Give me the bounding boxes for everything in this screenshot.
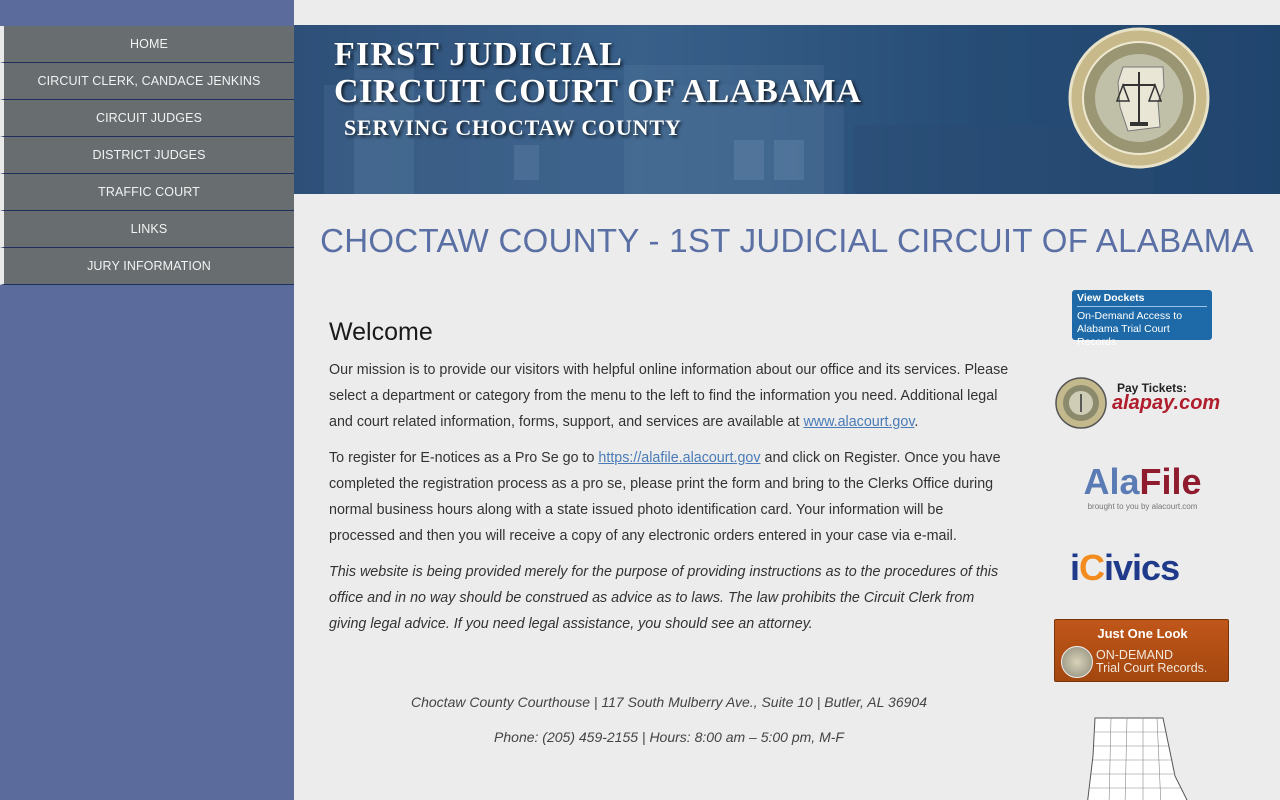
page-title: CHOCTAW COUNTY - 1ST JUDICIAL CIRCUIT OF… [320,222,1254,259]
alafile-logo-ala: Ala [1083,461,1140,502]
just-one-look-button[interactable]: Just One Look ON-DEMAND Trial Court Reco… [1054,619,1229,682]
onelook-line-1: ON-DEMAND [1096,648,1174,662]
nav-item-traffic-court[interactable]: TRAFFIC COURT [0,174,294,211]
alabama-county-map-icon[interactable] [1085,716,1195,800]
icivics-logo-c: C [1079,547,1105,588]
view-dockets-button[interactable]: View Dockets On-Demand Access to Alabama… [1072,290,1212,348]
alapay-site-label: alapay.com [1112,392,1221,414]
banner-heading: FIRST JUDICIAL CIRCUIT COURT OF ALABAMA … [334,37,861,145]
alafile-logo-file: File [1139,461,1202,502]
icivics-logo-link[interactable]: iCivics [1070,548,1215,588]
nav-item-links[interactable]: LINKS [0,211,294,248]
main-content: Welcome Our mission is to provide our vi… [329,318,1009,647]
nav-item-district-judges[interactable]: DISTRICT JUDGES [0,137,294,174]
alafile-logo-link[interactable]: AlaFile brought to you by alacourt.com [1060,462,1225,516]
onelook-line-2: Trial Court Records. [1096,661,1208,675]
nav-item-home[interactable]: HOME [0,26,294,63]
enotice-text-start: To register for E-notices as a Pro Se go… [329,450,599,466]
banner-line-3: SERVING CHOCTAW COUNTY [344,115,682,140]
alapay-seal-icon [1055,377,1107,429]
alacourt-link[interactable]: www.alacourt.gov [803,414,914,430]
header-banner: FIRST JUDICIAL CIRCUIT COURT OF ALABAMA … [294,25,1280,194]
dockets-sub-1: On-Demand Access to [1077,310,1183,322]
nav-item-circuit-judges[interactable]: CIRCUIT JUDGES [0,100,294,137]
pay-tickets-button[interactable]: Pay Tickets: alapay.com [1054,374,1234,432]
mission-paragraph: Our mission is to provide our visitors w… [329,357,1009,435]
alafile-tagline: brought to you by alacourt.com [1087,502,1198,511]
icivics-logo-rest: ivics [1104,547,1180,588]
banner-line-1: FIRST JUDICIAL [334,36,624,73]
welcome-heading: Welcome [329,318,433,346]
dockets-title: View Dockets [1077,292,1207,307]
alafile-logo: AlaFile [1060,462,1225,502]
sidebar: HOME CIRCUIT CLERK, CANDACE JENKINS CIRC… [0,0,294,800]
disclaimer-paragraph: This website is being provided merely fo… [329,564,999,632]
banner-line-2: CIRCUIT COURT OF ALABAMA [334,73,862,110]
mission-end: . [914,414,919,430]
nav-item-jury-information[interactable]: JURY INFORMATION [0,248,294,285]
address-line: Choctaw County Courthouse | 117 South Mu… [411,694,927,710]
onelook-seal-icon [1061,646,1093,678]
main-nav: HOME CIRCUIT CLERK, CANDACE JENKINS CIRC… [0,26,294,285]
dockets-sub-2: Alabama Trial Court Records [1077,323,1170,348]
enotice-paragraph: To register for E-notices as a Pro Se go… [329,445,1009,549]
nav-item-circuit-clerk[interactable]: CIRCUIT CLERK, CANDACE JENKINS [0,63,294,100]
unified-judicial-system-seal-icon [1068,27,1210,169]
phone-hours-line: Phone: (205) 459-2155 | Hours: 8:00 am –… [494,729,844,745]
onelook-title: Just One Look [1097,626,1188,641]
alafile-link[interactable]: https://alafile.alacourt.gov [598,450,760,466]
icivics-logo-i: i [1070,547,1080,588]
